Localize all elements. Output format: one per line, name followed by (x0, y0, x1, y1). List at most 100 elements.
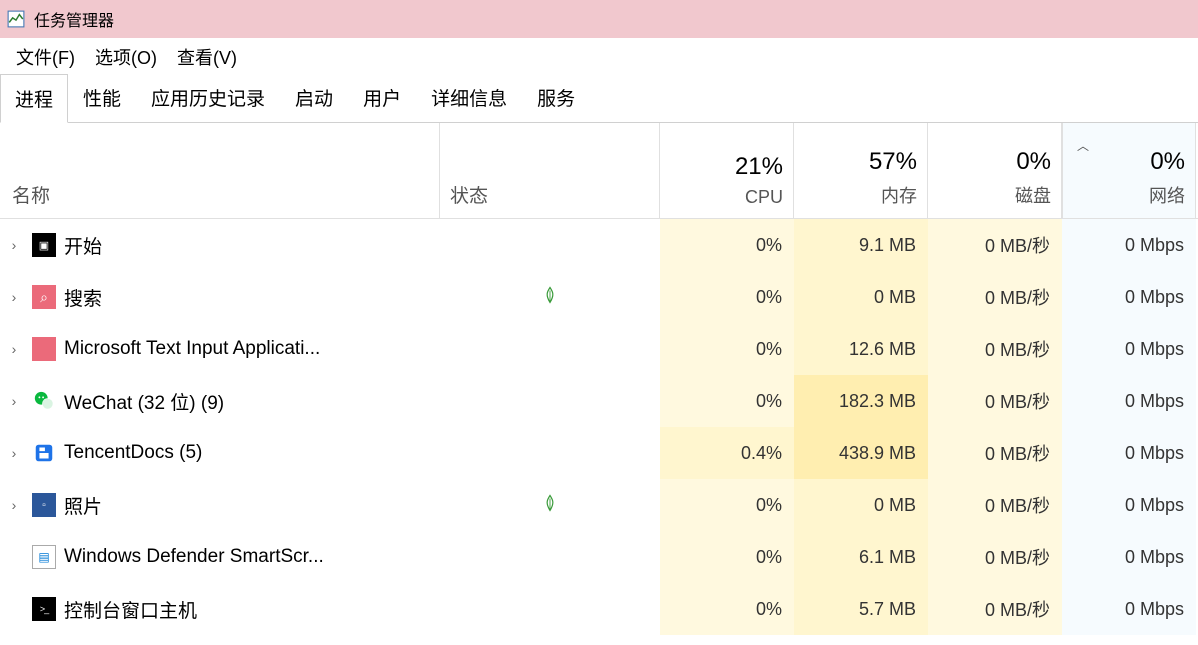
net-label: 网络 (1149, 182, 1185, 208)
tab-processes[interactable]: 进程 (0, 74, 68, 123)
process-icon (32, 441, 56, 465)
menu-view[interactable]: 查看(V) (169, 40, 245, 74)
expander-icon[interactable]: › (4, 341, 24, 357)
titlebar: 任务管理器 (0, 0, 1198, 38)
cell-disk: 0 MB/秒 (928, 427, 1062, 479)
cell-disk: 0 MB/秒 (928, 271, 1062, 323)
expander-icon[interactable]: › (4, 445, 24, 461)
table-row[interactable]: ›开始0%9.1 MB0 MB/秒0 Mbps (0, 219, 1198, 271)
process-icon (32, 233, 56, 257)
cell-status (440, 583, 660, 635)
cell-status (440, 271, 660, 323)
cell-cpu: 0% (660, 531, 794, 583)
tab-users[interactable]: 用户 (348, 73, 416, 122)
process-name: TencentDocs (5) (64, 442, 202, 464)
mem-percent: 57% (869, 148, 917, 176)
cell-memory: 0 MB (794, 479, 928, 531)
cell-status (440, 479, 660, 531)
header-status[interactable]: 状态 (440, 123, 660, 218)
cell-network: 0 Mbps (1062, 271, 1196, 323)
leaf-icon (541, 286, 559, 309)
app-icon (6, 9, 26, 29)
cell-status (440, 531, 660, 583)
process-name: 开始 (64, 232, 102, 259)
cell-name: Windows Defender SmartScr... (0, 531, 440, 583)
cell-memory: 0 MB (794, 271, 928, 323)
expander-icon[interactable]: › (4, 497, 24, 513)
cell-status (440, 427, 660, 479)
menubar: 文件(F) 选项(O) 查看(V) (0, 38, 1198, 76)
table-row[interactable]: 控制台窗口主机 0%5.7 MB0 MB/秒0 Mbps (0, 583, 1198, 635)
table-row[interactable]: › 搜索 0%0 MB0 MB/秒0 Mbps (0, 271, 1198, 323)
table-row[interactable]: ›WeChat (32 位) (9)0%182.3 MB0 MB/秒0 Mbps (0, 375, 1198, 427)
cell-status (440, 219, 660, 271)
table-row[interactable]: ›照片0%0 MB0 MB/秒0 Mbps (0, 479, 1198, 531)
cell-network: 0 Mbps (1062, 219, 1196, 271)
mem-label: 内存 (881, 182, 917, 208)
tab-details[interactable]: 详细信息 (416, 73, 522, 122)
cell-name: › Microsoft Text Input Applicati... (0, 323, 440, 375)
table-body: ›开始0%9.1 MB0 MB/秒0 Mbps›搜索0%0 MB0 MB/秒0 … (0, 219, 1198, 635)
cell-name: ›WeChat (32 位) (9) (0, 375, 440, 427)
header-network[interactable]: ︿ 0% 网络 (1062, 123, 1196, 218)
process-icon (32, 597, 56, 621)
tab-performance[interactable]: 性能 (68, 73, 136, 122)
tab-app-history[interactable]: 应用历史记录 (136, 73, 280, 122)
cell-disk: 0 MB/秒 (928, 583, 1062, 635)
process-icon (32, 285, 56, 309)
process-name: Microsoft Text Input Applicati... (64, 338, 320, 360)
cell-cpu: 0% (660, 479, 794, 531)
process-name: 控制台窗口主机 (64, 596, 197, 623)
cell-network: 0 Mbps (1062, 427, 1196, 479)
leaf-icon (541, 494, 559, 517)
menu-options[interactable]: 选项(O) (87, 40, 165, 74)
process-name: 照片 (64, 492, 102, 519)
disk-label: 磁盘 (1015, 182, 1051, 208)
cell-name: › 照片 (0, 479, 440, 531)
cell-disk: 0 MB/秒 (928, 531, 1062, 583)
table-row[interactable]: Windows Defender SmartScr... 0%6.1 MB0 MB… (0, 531, 1198, 583)
header-memory[interactable]: 57% 内存 (794, 123, 928, 218)
menu-file[interactable]: 文件(F) (8, 40, 83, 74)
cell-disk: 0 MB/秒 (928, 219, 1062, 271)
header-name[interactable]: 名称 (0, 123, 440, 218)
cpu-percent: 21% (735, 153, 783, 181)
cell-network: 0 Mbps (1062, 375, 1196, 427)
cell-memory: 6.1 MB (794, 531, 928, 583)
expander-icon[interactable]: › (4, 237, 24, 253)
cell-network: 0 Mbps (1062, 531, 1196, 583)
cell-cpu: 0% (660, 219, 794, 271)
expander-icon[interactable]: › (4, 393, 24, 409)
header-disk[interactable]: 0% 磁盘 (928, 123, 1062, 218)
cell-memory: 5.7 MB (794, 583, 928, 635)
cell-network: 0 Mbps (1062, 583, 1196, 635)
cell-cpu: 0% (660, 271, 794, 323)
process-name: Windows Defender SmartScr... (64, 546, 324, 568)
tab-services[interactable]: 服务 (522, 73, 590, 122)
cell-cpu: 0% (660, 323, 794, 375)
process-icon (32, 389, 56, 413)
process-name: 搜索 (64, 284, 102, 311)
table-row[interactable]: ›TencentDocs (5)0.4%438.9 MB0 MB/秒0 Mbps (0, 427, 1198, 479)
expander-icon[interactable]: › (4, 289, 24, 305)
process-icon (32, 545, 56, 569)
tab-startup[interactable]: 启动 (280, 73, 348, 122)
cell-disk: 0 MB/秒 (928, 375, 1062, 427)
disk-percent: 0% (1016, 148, 1051, 176)
cell-disk: 0 MB/秒 (928, 323, 1062, 375)
cell-name: › TencentDocs (5) (0, 427, 440, 479)
process-icon (32, 337, 56, 361)
cell-memory: 438.9 MB (794, 427, 928, 479)
process-icon (32, 493, 56, 517)
table-row[interactable]: ›Microsoft Text Input Applicati...0%12.6… (0, 323, 1198, 375)
cell-cpu: 0% (660, 583, 794, 635)
tabbar: 进程 性能 应用历史记录 启动 用户 详细信息 服务 (0, 76, 1198, 122)
header-cpu[interactable]: 21% CPU (660, 123, 794, 218)
cell-status (440, 323, 660, 375)
cell-network: 0 Mbps (1062, 323, 1196, 375)
process-table: 名称 状态 21% CPU 57% 内存 0% 磁盘 ︿ 0% 网络 › 开始 0%… (0, 122, 1198, 635)
cell-name: 控制台窗口主机 (0, 583, 440, 635)
window-title: 任务管理器 (34, 7, 114, 31)
net-percent: 0% (1150, 148, 1185, 176)
cell-name: › 开始 (0, 219, 440, 271)
